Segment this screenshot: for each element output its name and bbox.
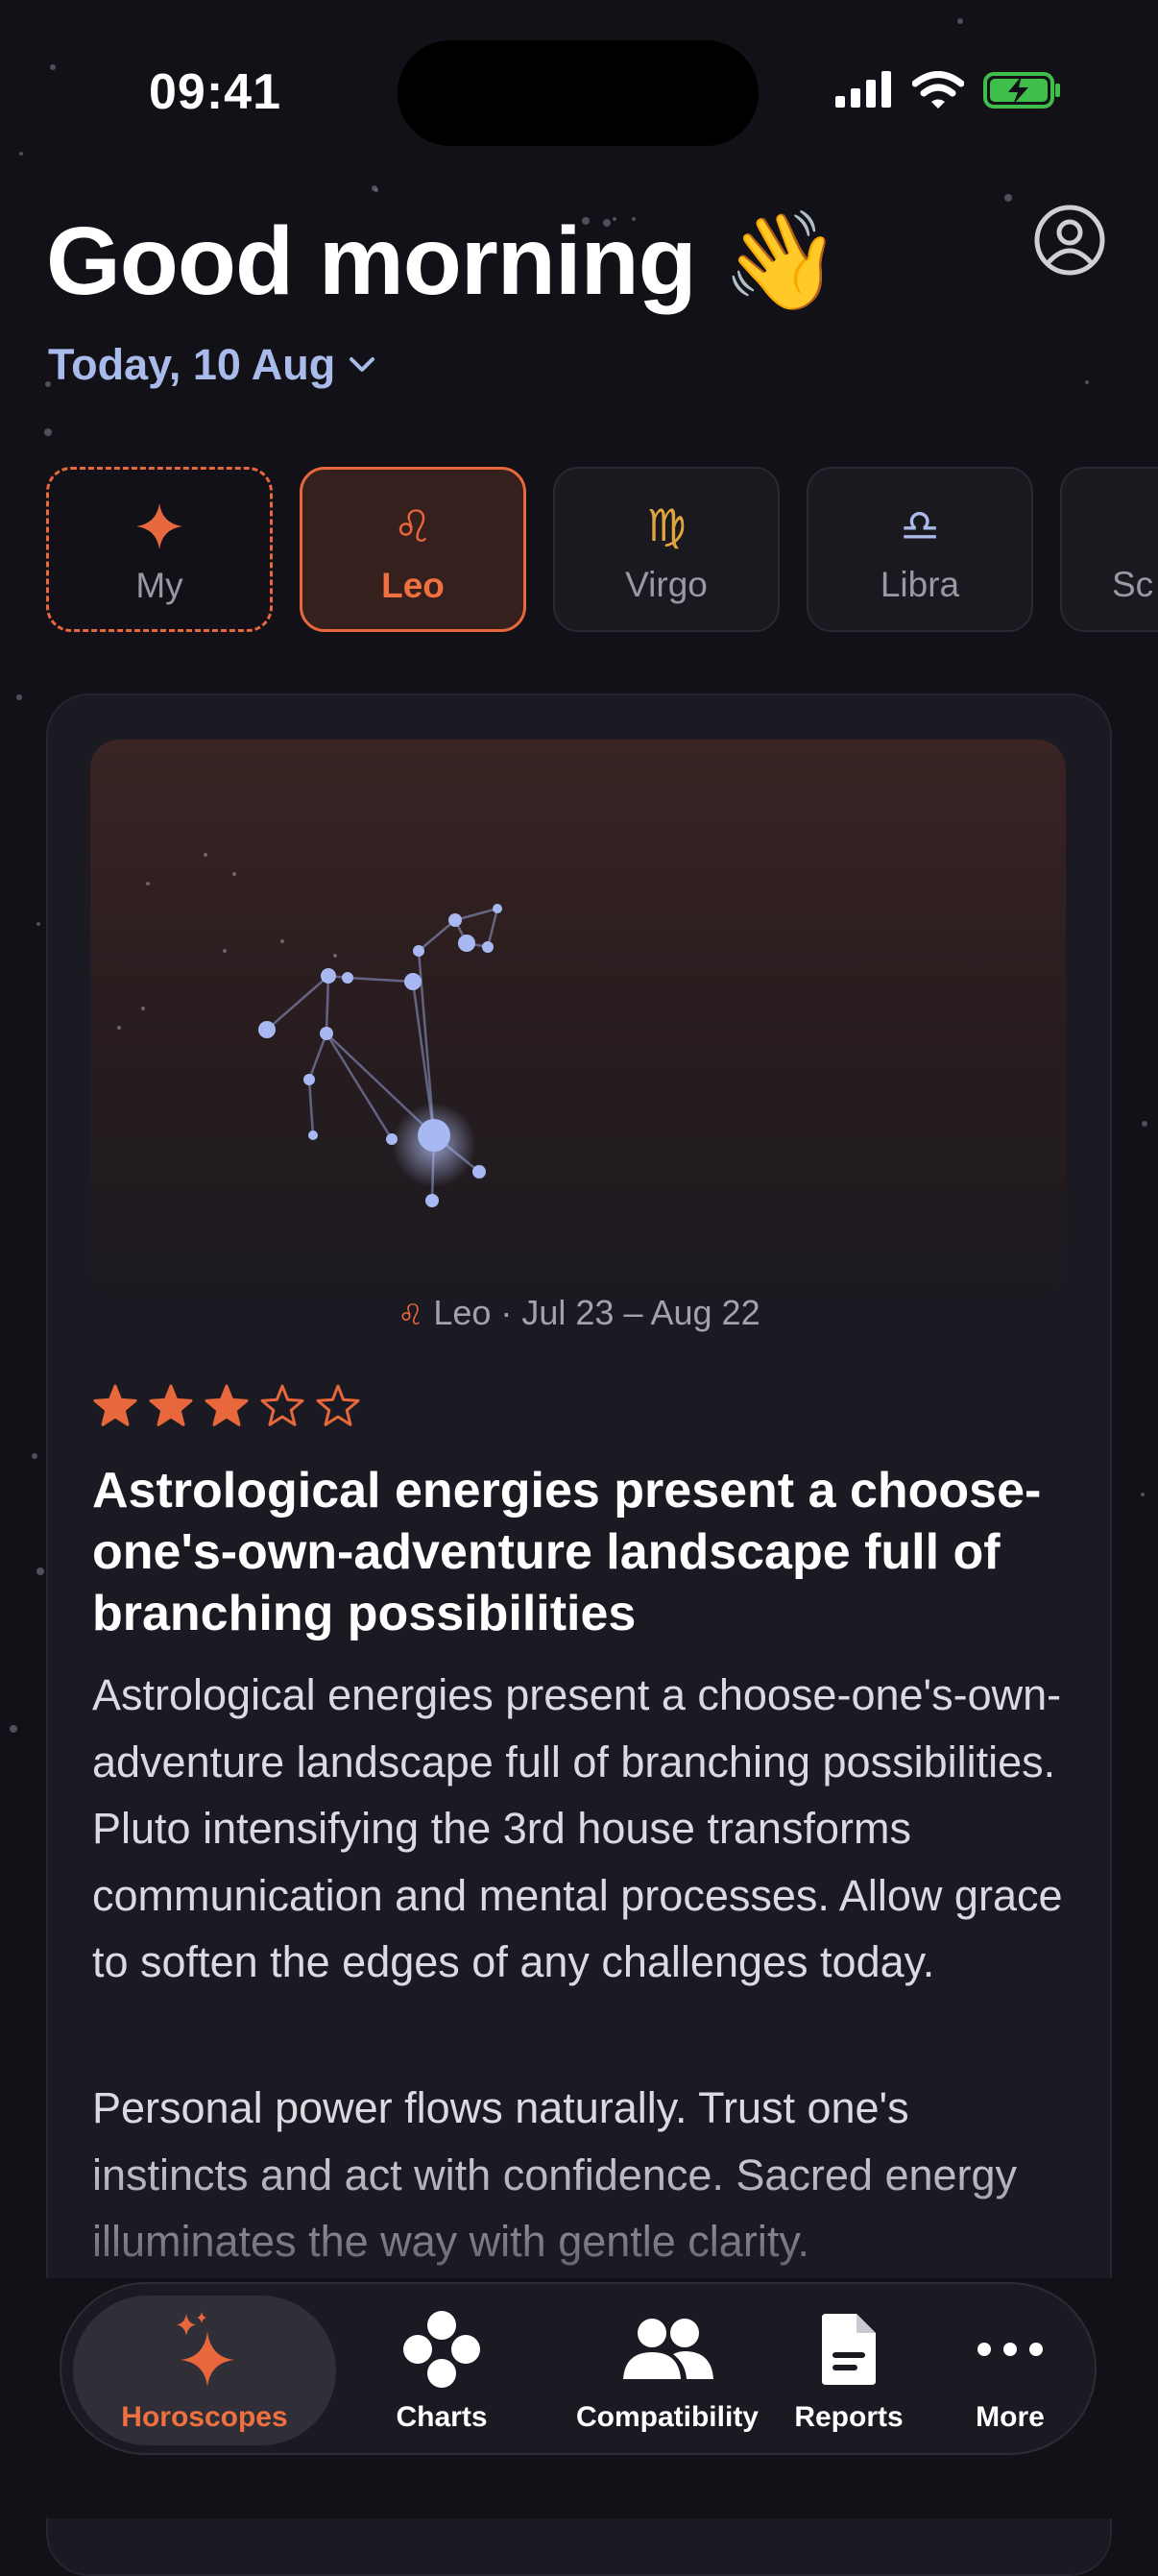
tab-bar: Horoscopes Charts Compatibility Reports … [60,2282,1097,2455]
wifi-icon [912,71,964,109]
nav-label: Reports [794,2401,904,2433]
tab-label: My [135,566,183,605]
tab-scorpio[interactable]: Sc [1060,467,1158,632]
battery-charging-icon [983,72,1060,109]
tab-libra[interactable]: ♎︎ Libra [807,467,1033,632]
sign-tabs: My ♌︎ Leo ♍︎ Virgo ♎︎ Libra Sc [46,467,1158,636]
nav-label: Compatibility [575,2401,759,2433]
sign-dates-text: Leo · Jul 23 – Aug 22 [433,1293,760,1332]
sparkle-icon [136,503,182,549]
leo-glyph: ♌︎ [393,501,433,551]
tab-label: Virgo [625,565,708,604]
star-filled-icon [205,1384,249,1426]
star-filled-icon [149,1384,193,1426]
nav-more[interactable]: More [933,2284,1087,2457]
horoscope-headline: Astrological energies present a choose-o… [92,1463,1042,1641]
tab-virgo[interactable]: ♍︎ Virgo [553,467,780,632]
constellation-illustration [90,740,1066,1297]
chevron-down-icon [350,357,375,372]
status-icons [835,71,1062,109]
star-empty-icon [316,1384,360,1426]
tab-my[interactable]: My [46,467,273,632]
sign-date-range: ♌︎ Leo · Jul 23 – Aug 22 [0,1293,1158,1333]
ellipsis-icon [977,2343,1043,2356]
greeting-title: Good morning 👋 [46,207,841,315]
document-icon [822,2314,876,2385]
star-empty-icon [260,1384,304,1426]
tab-label: Libra [880,565,960,604]
tab-label: Leo [381,566,445,605]
sparkles-icon [177,2312,234,2387]
people-icon [623,2319,713,2379]
libra-glyph: ♎︎ [900,500,940,550]
dynamic-island [398,40,759,146]
date-label: Today, 10 Aug [48,340,336,389]
leo-constellation [117,853,502,1207]
nav-label: More [976,2401,1045,2433]
nav-label: Horoscopes [121,2401,288,2433]
status-time: 09:41 [149,64,281,120]
tab-leo[interactable]: ♌︎ Leo [300,467,526,632]
virgo-glyph: ♍︎ [646,500,687,550]
profile-icon[interactable] [1033,204,1106,277]
horoscope-paragraph: Astrological energies present a choose-o… [92,1670,1063,1986]
rating-stars [92,1383,361,1427]
cellular-signal-icon [835,71,891,108]
nav-horoscopes[interactable]: Horoscopes [73,2296,336,2445]
leo-small-glyph: ♌︎ [398,1300,424,1331]
nav-label: Charts [396,2401,488,2433]
tab-label: Sc [1112,565,1154,604]
horoscope-paragraph: Personal power flows naturally. Trust on… [92,2083,1018,2266]
charts-icon [403,2311,480,2388]
star-filled-icon [93,1384,137,1426]
nav-reports[interactable]: Reports [743,2284,954,2457]
date-selector[interactable]: Today, 10 Aug [48,340,375,390]
